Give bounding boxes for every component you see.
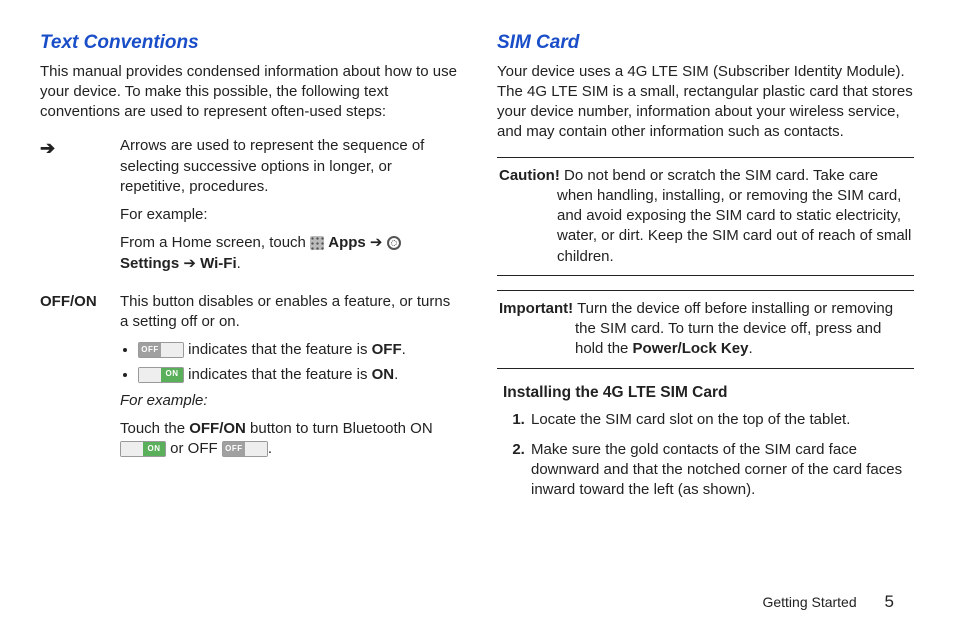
footer-section-name: Getting Started — [762, 594, 856, 610]
caution-label: Caution! — [499, 167, 560, 184]
install-steps-list: Locate the SIM card slot on the top of t… — [503, 410, 914, 501]
convention-offon: OFF/ON This button disables or enables a… — [40, 292, 457, 468]
offon-example-label: For example: — [120, 392, 208, 409]
page-footer: Getting Started 5 — [762, 591, 894, 614]
arrow-example-label: For example: — [120, 205, 457, 225]
install-step-2: Make sure the gold contacts of the SIM c… — [529, 440, 914, 501]
arrow-description: Arrows are used to represent the sequenc… — [120, 136, 457, 197]
offon-bullet-on: ON indicates that the feature is ON. — [138, 365, 457, 385]
toggle-on-icon: ON — [138, 367, 184, 383]
install-sim-heading: Installing the 4G LTE SIM Card — [503, 383, 914, 404]
intro-sim-card: Your device uses a 4G LTE SIM (Subscribe… — [497, 62, 914, 143]
arrow-example: From a Home screen, touch Apps ➔ Setting… — [120, 233, 457, 274]
important-notice: Important! Turn the device off before in… — [497, 290, 914, 369]
toggle-off-icon: OFF — [138, 342, 184, 358]
offon-example: Touch the OFF/ON button to turn Bluetoot… — [120, 419, 457, 460]
page-number: 5 — [885, 591, 894, 614]
heading-sim-card: SIM Card — [497, 30, 914, 56]
toggle-on-inline-icon: ON — [120, 441, 166, 457]
offon-label: OFF/ON — [40, 292, 120, 468]
offon-bullet-off: OFF indicates that the feature is OFF. — [138, 340, 457, 360]
caution-notice: Caution! Do not bend or scratch the SIM … — [497, 157, 914, 276]
important-label: Important! — [499, 300, 573, 317]
settings-icon — [387, 236, 401, 250]
left-column: Text Conventions This manual provides co… — [40, 30, 457, 511]
caution-text: Do not bend or scratch the SIM card. Tak… — [557, 167, 911, 265]
arrow-icon: ➔ — [40, 136, 120, 282]
right-column: SIM Card Your device uses a 4G LTE SIM (… — [497, 30, 914, 511]
convention-arrow: ➔ Arrows are used to represent the seque… — [40, 136, 457, 282]
apps-icon — [310, 236, 324, 250]
heading-text-conventions: Text Conventions — [40, 30, 457, 56]
offon-description: This button disables or enables a featur… — [120, 292, 457, 333]
toggle-off-inline-icon: OFF — [222, 441, 268, 457]
intro-text-conventions: This manual provides condensed informati… — [40, 62, 457, 123]
install-step-1: Locate the SIM card slot on the top of t… — [529, 410, 914, 430]
